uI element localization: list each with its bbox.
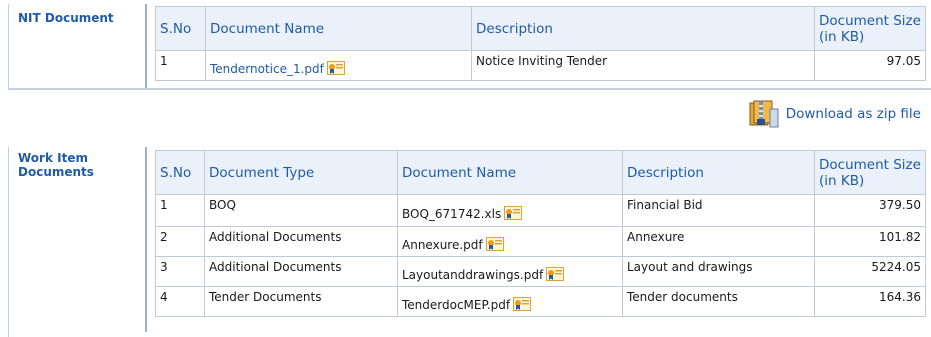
certificate-file-icon[interactable] xyxy=(504,206,523,220)
document-name-cell: Layoutanddrawings.pdf xyxy=(397,256,623,287)
work-header-row: S.No Document Type Document Name Descrip… xyxy=(155,150,926,195)
header-sno: S.No xyxy=(155,6,206,51)
table-row: 1 Tendernotice_1.pdf Notice Inviting Ten… xyxy=(155,50,926,81)
document-name-cell: Annexure.pdf xyxy=(397,226,623,257)
nit-bottom-border xyxy=(8,88,931,90)
row-sno: 3 xyxy=(155,256,205,287)
document-link[interactable]: Annexure.pdf xyxy=(402,230,483,252)
work-left-border xyxy=(8,147,9,337)
document-name-cell: TenderdocMEP.pdf xyxy=(397,286,623,317)
nit-section-label: NIT Document xyxy=(18,11,114,25)
nit-divider xyxy=(145,4,147,88)
row-document-type: Additional Documents xyxy=(204,226,398,257)
download-zip-link[interactable]: Download as zip file xyxy=(748,99,921,129)
download-zip-label[interactable]: Download as zip file xyxy=(786,106,921,122)
certificate-file-icon[interactable] xyxy=(326,61,345,75)
zip-archive-icon[interactable] xyxy=(748,99,780,129)
nit-header-row: S.No Document Name Description Document … xyxy=(155,6,926,51)
row-sno: 1 xyxy=(155,194,205,227)
header-document-size: Document Size (in KB) xyxy=(814,150,926,195)
header-sno: S.No xyxy=(155,150,205,195)
document-name-cell: BOQ_671742.xls xyxy=(397,194,623,227)
header-document-type: Document Type xyxy=(204,150,398,195)
row-document-type: Additional Documents xyxy=(204,256,398,287)
certificate-file-icon[interactable] xyxy=(513,297,532,311)
work-item-section-label: Work Item Documents xyxy=(18,151,94,179)
row-size: 379.50 xyxy=(814,194,926,227)
document-link[interactable]: TenderdocMEP.pdf xyxy=(402,290,510,312)
nit-document-table: S.No Document Name Description Document … xyxy=(155,6,926,81)
document-name-cell: Tendernotice_1.pdf xyxy=(205,50,472,81)
header-document-name: Document Name xyxy=(397,150,623,195)
row-sno: 2 xyxy=(155,226,205,257)
work-label-line2: Documents xyxy=(18,165,94,179)
row-description: Financial Bid xyxy=(622,194,815,227)
header-document-name: Document Name xyxy=(205,6,472,51)
document-link[interactable]: Tendernotice_1.pdf xyxy=(210,54,324,76)
row-size: 5224.05 xyxy=(814,256,926,287)
row-description: Layout and drawings xyxy=(622,256,815,287)
work-label-line1: Work Item xyxy=(18,151,88,165)
row-document-type: BOQ xyxy=(204,194,398,227)
document-link[interactable]: BOQ_671742.xls xyxy=(402,198,501,221)
header-document-size: Document Size (in KB) xyxy=(814,6,926,51)
row-description: Tender documents xyxy=(622,286,815,317)
header-description: Description xyxy=(471,6,815,51)
header-description: Description xyxy=(622,150,815,195)
row-sno: 4 xyxy=(155,286,205,317)
table-row: 3 Additional Documents Layoutanddrawings… xyxy=(155,256,926,287)
row-size: 97.05 xyxy=(814,50,926,81)
row-sno: 1 xyxy=(155,50,206,81)
row-size: 101.82 xyxy=(814,226,926,257)
certificate-file-icon[interactable] xyxy=(485,237,504,251)
row-size: 164.36 xyxy=(814,286,926,317)
row-description: Notice Inviting Tender xyxy=(471,50,815,81)
table-row: 4 Tender Documents TenderdocMEP.pdf Tend… xyxy=(155,286,926,317)
row-document-type: Tender Documents xyxy=(204,286,398,317)
work-item-table: S.No Document Type Document Name Descrip… xyxy=(155,150,926,317)
row-description: Annexure xyxy=(622,226,815,257)
table-row: 2 Additional Documents Annexure.pdf Anne… xyxy=(155,226,926,257)
document-link[interactable]: Layoutanddrawings.pdf xyxy=(402,260,543,282)
table-row: 1 BOQ BOQ_671742.xls Financial Bid 379.5… xyxy=(155,194,926,227)
nit-left-border xyxy=(8,4,9,88)
work-divider xyxy=(145,147,147,332)
certificate-file-icon[interactable] xyxy=(546,267,565,281)
